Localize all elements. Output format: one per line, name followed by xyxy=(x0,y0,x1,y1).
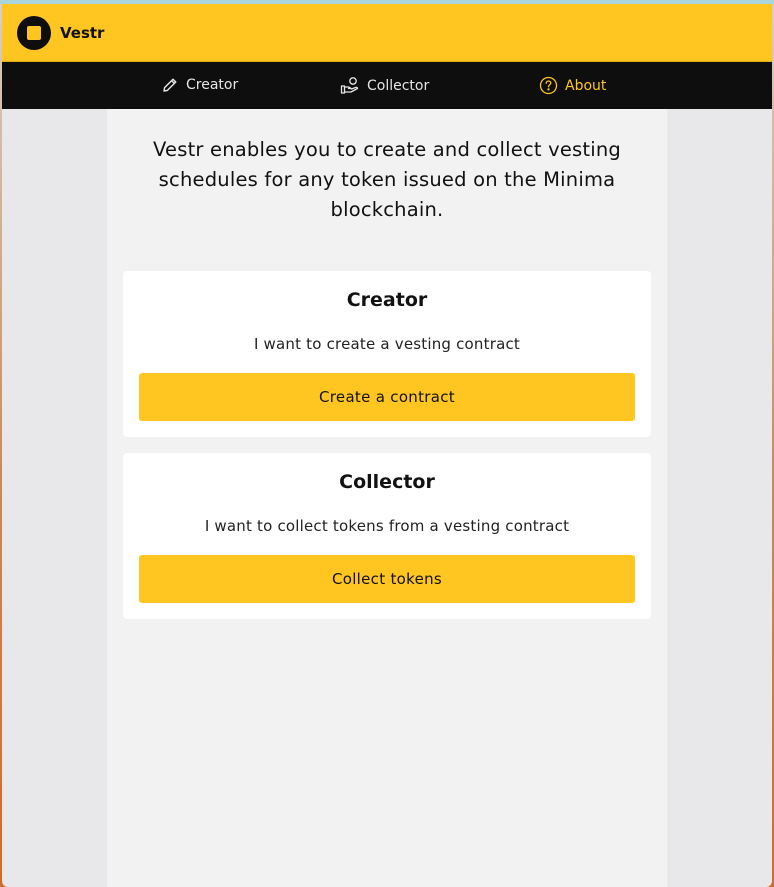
main-content: Vestr enables you to create and collect … xyxy=(107,109,667,887)
nav-item-collector[interactable]: Collector xyxy=(340,76,429,96)
creator-card: Creator I want to create a vesting contr… xyxy=(123,271,651,437)
creator-card-description: I want to create a vesting contract xyxy=(253,335,521,353)
collector-card: Collector I want to collect tokens from … xyxy=(123,453,651,619)
collector-card-description: I want to collect tokens from a vesting … xyxy=(204,517,570,535)
hand-coin-icon xyxy=(340,76,360,96)
nav-item-creator[interactable]: Creator xyxy=(161,76,238,94)
app-window: Vestr Creator Collector About Vestr enab… xyxy=(2,4,772,887)
collector-card-title: Collector xyxy=(339,471,435,493)
create-contract-button[interactable]: Create a contract xyxy=(139,373,635,421)
pencil-icon xyxy=(161,76,179,94)
nav-label-creator: Creator xyxy=(186,77,239,93)
help-circle-icon xyxy=(539,76,558,95)
intro-text: Vestr enables you to create and collect … xyxy=(152,138,622,221)
collect-tokens-button[interactable]: Collect tokens xyxy=(139,555,635,603)
vestr-logo-icon[interactable] xyxy=(17,15,51,50)
app-header: Vestr xyxy=(2,4,772,62)
logo-square xyxy=(27,25,41,40)
creator-card-title: Creator xyxy=(346,289,428,311)
nav-label-about: About xyxy=(565,77,607,94)
main-nav: Creator Collector About xyxy=(2,62,772,109)
nav-item-about[interactable]: About xyxy=(539,76,606,95)
app-title: Vestr xyxy=(60,23,105,42)
nav-label-collector: Collector xyxy=(367,78,430,94)
